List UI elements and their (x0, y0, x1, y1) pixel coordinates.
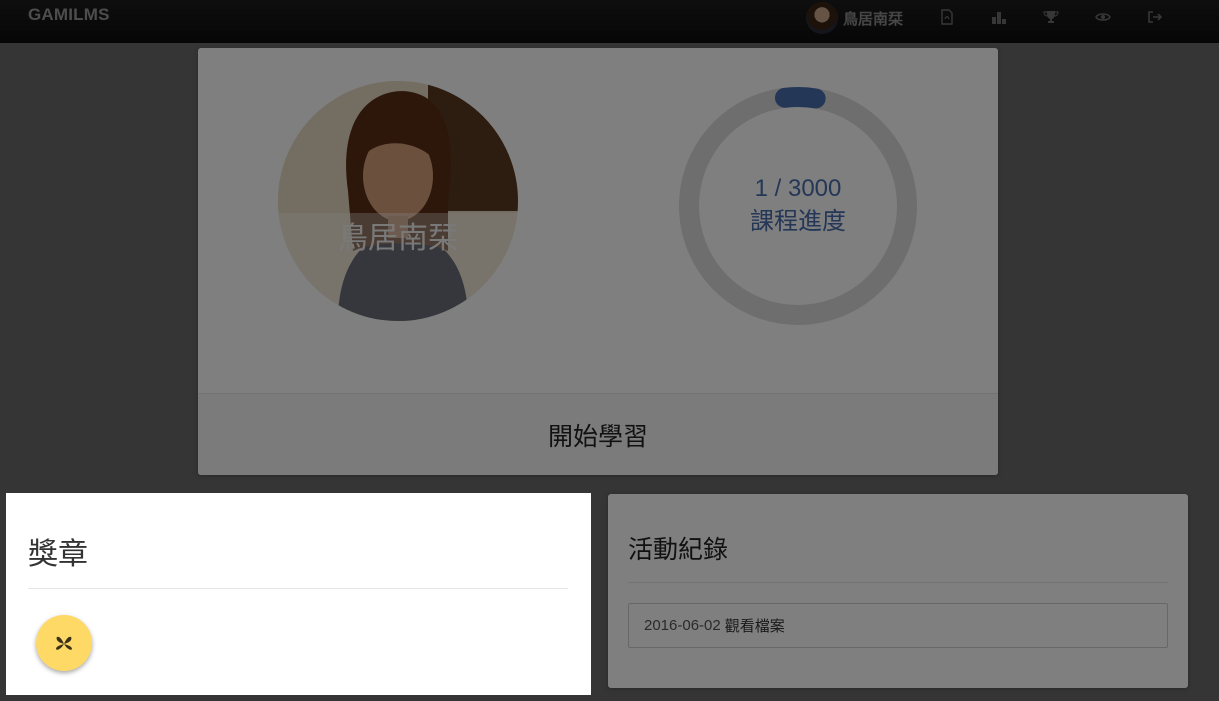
progress-label: 課程進度 (750, 208, 846, 235)
nav-user-profile[interactable]: 鳥居南栞 (806, 2, 903, 34)
divider (628, 582, 1168, 583)
progress-count: 1 / 3000 (754, 175, 842, 202)
top-navbar: GAMILMS 鳥居南栞 (0, 0, 1219, 43)
profile-card: 鳥居南栞 1 / 3000 課程進度 開始學習 (198, 48, 998, 475)
podium-icon[interactable] (986, 7, 1012, 27)
brand-logo[interactable]: GAMILMS (28, 5, 110, 25)
nav-username: 鳥居南栞 (843, 10, 904, 28)
activity-card: 活動紀錄 2016-06-02 觀看檔案 (608, 494, 1188, 688)
eye-icon[interactable] (1090, 7, 1116, 27)
nav-icon-group (934, 7, 1194, 27)
list-item[interactable]: 2016-06-02 觀看檔案 (628, 603, 1168, 648)
profile-name: 鳥居南栞 (338, 222, 458, 255)
activity-date: 2016-06-02 (644, 617, 721, 634)
activity-text: 觀看檔案 (724, 618, 785, 635)
progress-arc (774, 87, 826, 109)
badge-item[interactable] (36, 615, 92, 671)
progress-display: 1 / 3000 課程進度 (676, 172, 920, 238)
avatar: 鳥居南栞 (278, 81, 518, 321)
divider (28, 588, 568, 589)
badge-title: 獎章 (28, 538, 88, 571)
start-learning-button[interactable]: 開始學習 (198, 394, 998, 475)
activity-title: 活動紀錄 (628, 536, 729, 564)
avatar (806, 2, 838, 34)
document-icon[interactable] (934, 7, 960, 27)
trophy-icon[interactable] (1038, 7, 1064, 27)
sign-out-icon[interactable] (1142, 7, 1168, 27)
badge-panel: 獎章 (6, 493, 591, 695)
leaf-icon (56, 636, 72, 650)
